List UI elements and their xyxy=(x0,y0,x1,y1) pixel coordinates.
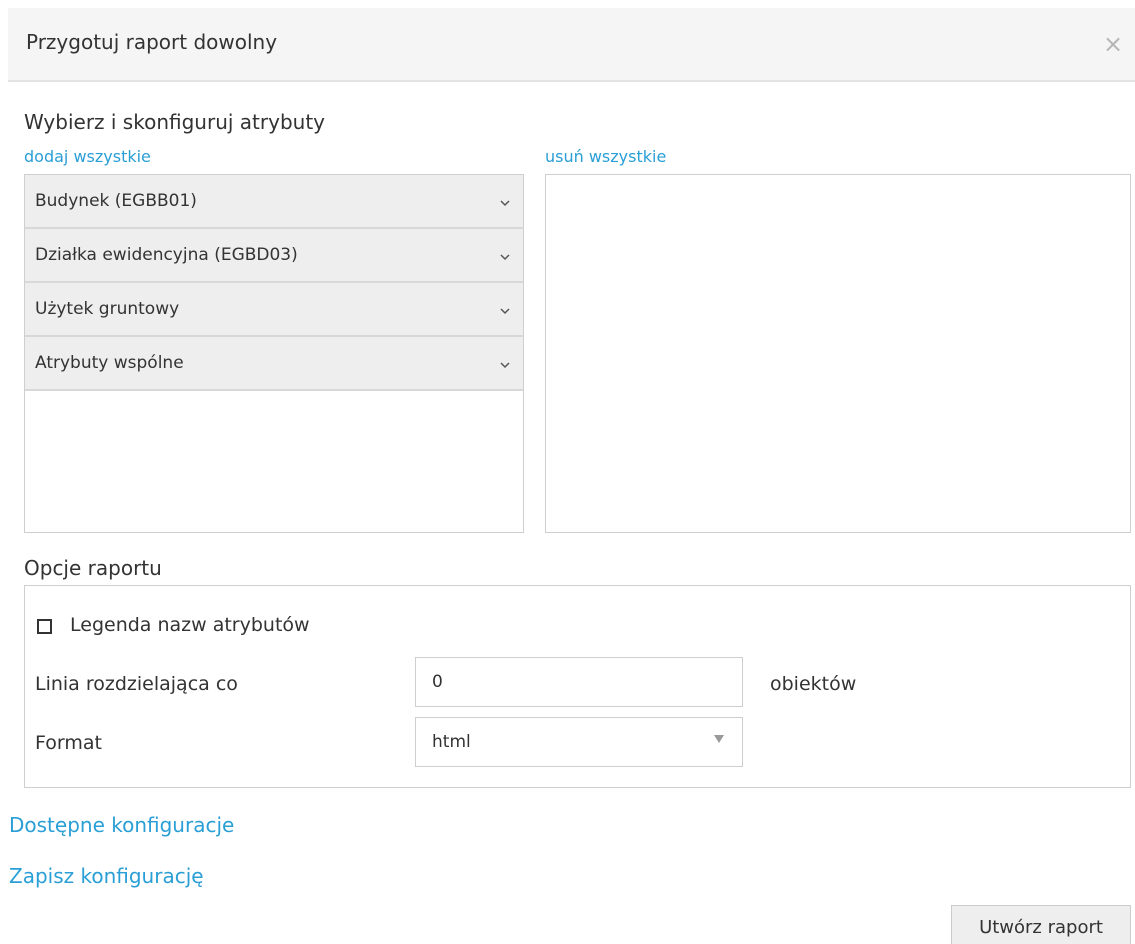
attribute-group-label: Użytek gruntowy xyxy=(35,299,180,319)
save-config-link[interactable]: Zapisz konfigurację xyxy=(9,864,204,888)
chevron-down-icon xyxy=(500,308,510,315)
close-icon[interactable]: × xyxy=(1099,30,1127,58)
add-all-link[interactable]: dodaj wszystkie xyxy=(24,147,151,166)
available-configs-link[interactable]: Dostępne konfiguracje xyxy=(9,813,234,837)
chevron-down-icon xyxy=(500,200,510,207)
report-options-panel: Legenda nazw atrybutów Linia rozdzielają… xyxy=(24,585,1131,788)
report-dialog: Przygotuj raport dowolny × Wybierz i sko… xyxy=(0,0,1135,944)
selected-attributes-list[interactable] xyxy=(545,174,1131,533)
dialog-header: Przygotuj raport dowolny × xyxy=(8,8,1135,82)
create-report-button[interactable]: Utwórz raport xyxy=(951,905,1131,944)
dialog-title: Przygotuj raport dowolny xyxy=(26,30,278,54)
format-label: Format xyxy=(35,732,102,754)
caret-down-icon xyxy=(714,735,724,743)
legend-checkbox-label: Legenda nazw atrybutów xyxy=(70,614,310,636)
chevron-down-icon xyxy=(500,254,510,261)
remove-all-link[interactable]: usuń wszystkie xyxy=(545,147,666,166)
available-attributes-list: Budynek (EGBB01) Działka ewidencyjna (EG… xyxy=(24,174,524,533)
attributes-section-title: Wybierz i skonfiguruj atrybuty xyxy=(24,110,325,134)
attribute-group-wspolne[interactable]: Atrybuty wspólne xyxy=(25,337,523,391)
separator-label: Linia rozdzielająca co xyxy=(35,673,238,695)
attribute-group-label: Działka ewidencyjna (EGBD03) xyxy=(35,245,298,265)
options-section-title: Opcje raportu xyxy=(24,556,162,580)
format-select-value: html xyxy=(432,732,471,752)
legend-checkbox[interactable] xyxy=(37,619,52,634)
attribute-group-dzialka[interactable]: Działka ewidencyjna (EGBD03) xyxy=(25,229,523,283)
format-select[interactable]: html xyxy=(415,717,743,767)
separator-input[interactable] xyxy=(415,657,743,707)
attribute-group-label: Budynek (EGBB01) xyxy=(35,191,197,211)
attribute-group-uzytek[interactable]: Użytek gruntowy xyxy=(25,283,523,337)
attribute-group-label: Atrybuty wspólne xyxy=(35,353,184,373)
attribute-group-budynek[interactable]: Budynek (EGBB01) xyxy=(25,175,523,229)
separator-unit-label: obiektów xyxy=(770,673,857,695)
chevron-down-icon xyxy=(500,362,510,369)
